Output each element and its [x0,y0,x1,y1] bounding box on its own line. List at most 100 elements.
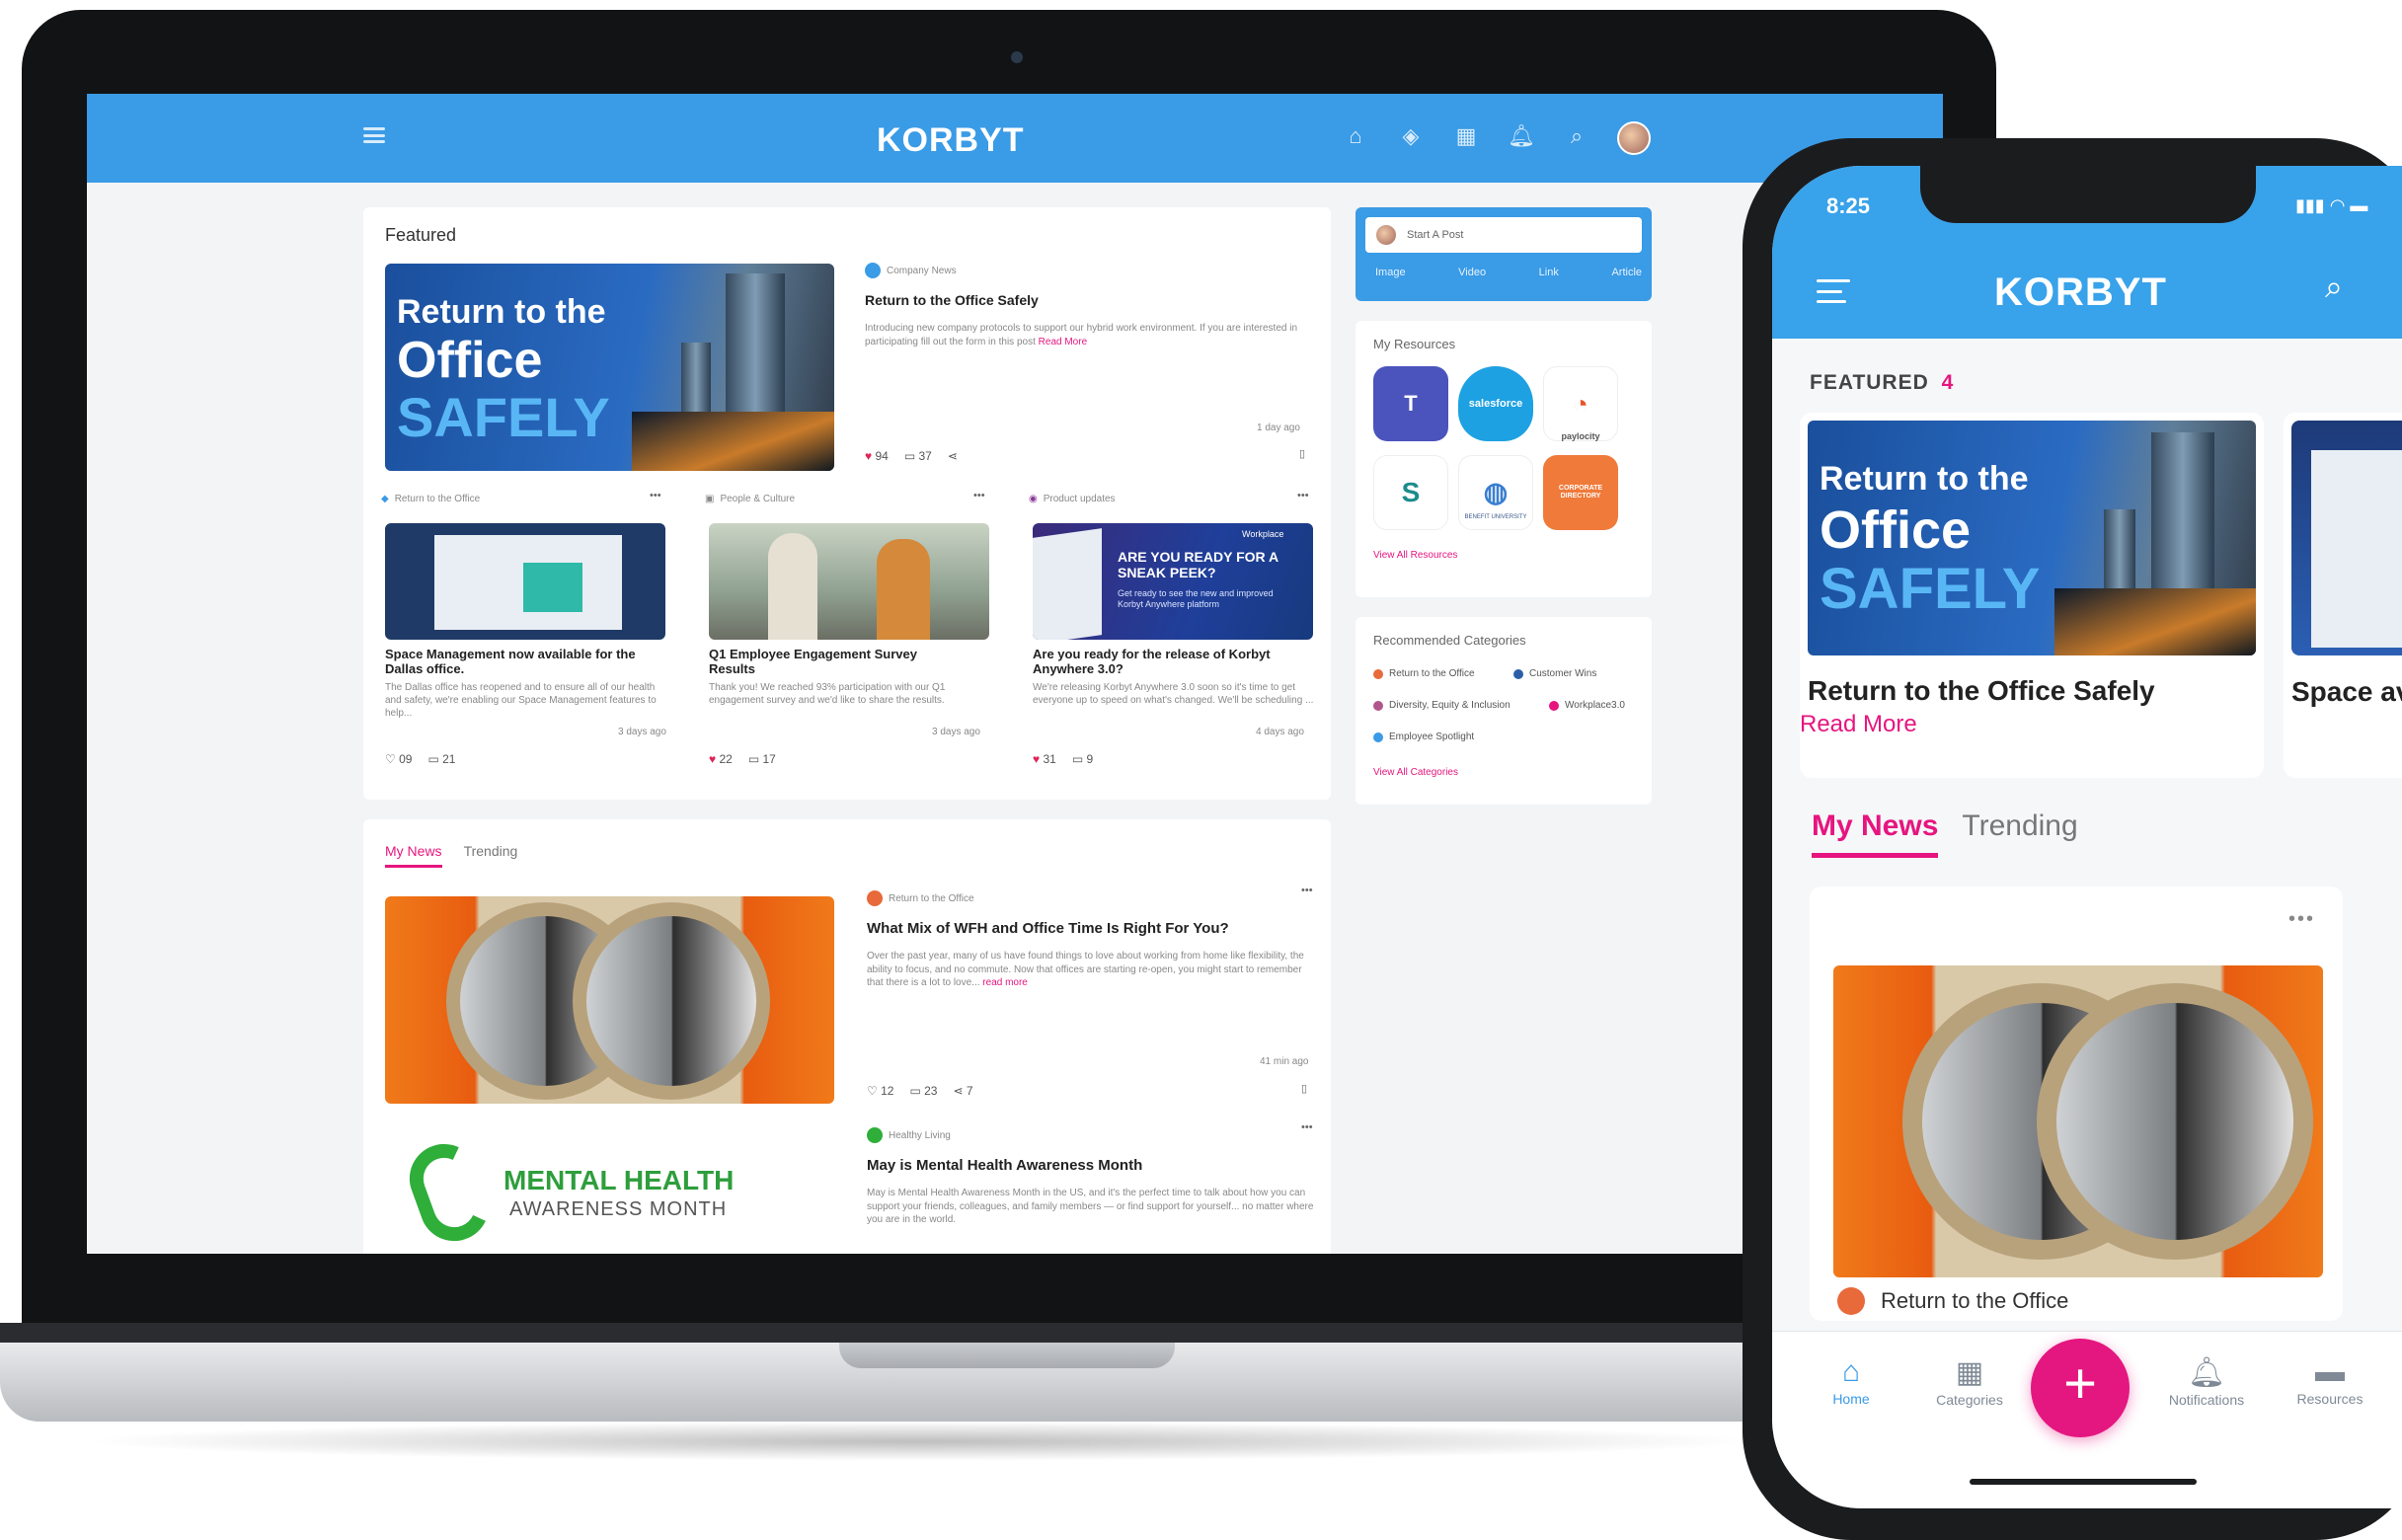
tab-my-news[interactable]: My News [385,843,442,868]
more-icon[interactable]: ••• [2288,908,2315,931]
wfh-image[interactable] [385,896,834,1104]
news-title[interactable]: May is Mental Health Awareness Month [867,1157,1142,1174]
post-action-link[interactable]: Link [1539,267,1559,278]
mental-health-banner[interactable]: MENTAL HEALTH AWARENESS MONTH [400,1133,829,1252]
news-excerpt: Over the past year, many of us have foun… [867,950,1316,990]
category-chip[interactable]: Employee Spotlight [1373,732,1474,742]
category-icon [1373,700,1383,711]
news-title[interactable]: What Mix of WFH and Office Time Is Right… [867,920,1229,937]
bell-icon[interactable]: 🔔︎ [1507,121,1536,151]
featured-title[interactable]: Return to the Office Safely [865,292,1039,308]
nav-categories[interactable]: ▦ Categories [1920,1355,2019,1408]
comment-button[interactable]: ▭ 9 [1072,752,1093,766]
tab-my-news[interactable]: My News [1812,809,1939,858]
news-card[interactable]: ••• [1810,886,2343,1321]
post-category-label: People & Culture [720,494,796,504]
menu-icon[interactable] [1817,279,1850,303]
nav-home[interactable]: ⌂ Home [1812,1355,1891,1407]
post-action-video[interactable]: Video [1458,267,1486,278]
category-icon: ▣ [705,494,715,504]
home-icon: ⌂ [1841,1355,1861,1388]
home-icon[interactable]: ⌂ [1341,121,1370,151]
news-age: 41 min ago [1260,1056,1309,1067]
category-chip[interactable]: Return to the Office [1373,668,1475,679]
category-icon [1373,668,1383,679]
source-icon [865,263,881,278]
nav-notifications[interactable]: 🔔︎ Notifications [2147,1355,2266,1408]
view-all-categories-link[interactable]: View All Categories [1373,767,1458,778]
home-indicator [1970,1479,2197,1485]
tab-trending[interactable]: Trending [464,843,518,868]
add-post-button[interactable]: + [2031,1339,2130,1437]
post-action-image[interactable]: Image [1375,267,1406,278]
layers-icon[interactable]: ◈ [1396,121,1426,151]
post-age: 3 days ago [932,727,980,737]
avatar[interactable] [1617,121,1651,155]
korbyt-logo[interactable]: KORBYT [877,121,1025,160]
read-more-link[interactable]: Read More [1039,337,1087,347]
like-button[interactable]: ♡ 09 [385,752,412,766]
comment-button[interactable]: ▭ 23 [909,1084,937,1098]
like-button[interactable]: ♡ 12 [867,1084,893,1098]
web-header: KORBYT ⌂ ◈ ▦ 🔔︎ ⌕ [87,94,1943,183]
like-button[interactable]: ♥ 22 [709,752,733,766]
like-button[interactable]: ♥ 31 [1033,752,1056,766]
nav-resources[interactable]: ▬ Resources [2276,1355,2384,1407]
bookmark-icon[interactable]: ▯ [1299,447,1305,460]
news-source: Return to the Office [867,890,974,906]
comment-button[interactable]: ▭ 21 [427,752,455,766]
category-chip[interactable]: Workplace3.0 [1549,700,1625,711]
salesforce-icon[interactable]: salesforce [1458,366,1533,441]
read-more-link[interactable]: read more [982,977,1028,988]
bookmark-icon[interactable]: ▯ [1301,1082,1307,1095]
comment-count: 37 [918,449,932,463]
featured-card-peek[interactable]: Space availa [2284,413,2402,778]
search-icon[interactable]: ⌕ [2325,269,2364,308]
sneak-peek-sub: Get ready to see the new and improved Ko… [1118,588,1274,609]
post-card[interactable]: ▣ People & Culture ••• Q1 Employee Engage… [705,490,1001,780]
benefit-university-label: BENEFIT UNIVERSITY [1464,514,1527,520]
more-icon[interactable]: ••• [650,490,661,501]
featured-card: Featured Return to the Office SAFELY Com… [363,207,1331,800]
share-icon[interactable]: ⋖ [948,449,958,463]
more-icon[interactable]: ••• [1301,1121,1313,1133]
like-button[interactable]: ♥ 94 [865,449,889,463]
category-chip[interactable]: Customer Wins [1513,668,1596,679]
start-post-input[interactable]: Start A Post [1365,217,1642,253]
post-category-label: Product updates [1043,494,1116,504]
more-icon[interactable]: ••• [973,490,985,501]
peek-title: Space availa [2291,676,2402,707]
view-all-resources-link[interactable]: View All Resources [1373,550,1457,561]
webcam [1011,51,1023,63]
featured-heading: FEATURED 4 [1810,371,1954,395]
category-icon [1513,668,1523,679]
read-more-link[interactable]: Read More [1800,711,1917,738]
korbyt-logo[interactable]: KORBYT [1994,270,2167,315]
sharepoint-icon[interactable]: S [1373,455,1448,530]
featured-label: Featured [385,225,457,245]
menu-icon[interactable] [363,127,385,143]
comment-button[interactable]: ▭ 37 [904,449,932,463]
tab-trending[interactable]: Trending [1962,809,2077,858]
news-category-label: Healthy Living [889,1129,951,1141]
more-icon[interactable]: ••• [1297,490,1309,501]
search-icon[interactable]: ⌕ [1562,121,1591,151]
featured-image[interactable]: Return to the Office SAFELY [385,264,834,471]
comment-button[interactable]: ▭ 17 [748,752,776,766]
post-action-article[interactable]: Article [1611,267,1642,278]
featured-card[interactable]: Return to the Office SAFELY Return to th… [1800,413,2264,778]
post-meta: ♡ 09 ▭ 21 [385,752,455,766]
category-chip[interactable]: Diversity, Equity & Inclusion [1373,700,1511,711]
paylocity-icon[interactable]: ◔ [1543,366,1618,441]
grid-icon[interactable]: ▦ [1451,121,1481,151]
corporate-directory-icon[interactable]: CORPORATE DIRECTORY [1543,455,1618,530]
laptop-graphic [1033,528,1102,640]
category-icon: ◆ [381,494,389,504]
post-card[interactable]: ◆ Return to the Office ••• Space Manageme… [381,490,677,780]
post-title: Q1 Employee Engagement Survey Results [709,647,917,676]
post-card[interactable]: ◉ Product updates ••• Workplace ARE YOU R… [1029,490,1325,780]
share-button[interactable]: ⋖ 7 [953,1084,972,1098]
more-icon[interactable]: ••• [1301,885,1313,896]
featured-meta: ♥ 94 ▭ 37 ⋖ [865,449,958,463]
teams-icon[interactable]: T [1373,366,1448,441]
